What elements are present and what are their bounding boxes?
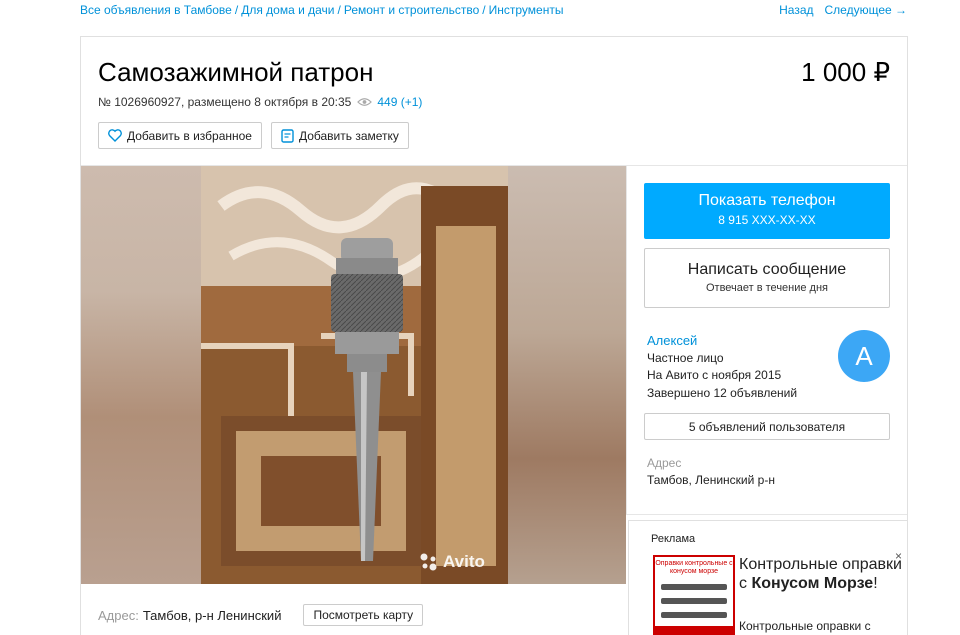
listing-number-date: № 1026960927, размещено 8 октября в 20:3… bbox=[98, 95, 352, 109]
product-photo bbox=[201, 166, 508, 584]
breadcrumb-separator: / bbox=[234, 3, 239, 17]
views-counter: 449 (+1) bbox=[357, 95, 422, 109]
avito-dots-icon bbox=[420, 553, 437, 571]
seller-type: Частное лицо bbox=[647, 350, 724, 365]
address-label: Адрес: bbox=[98, 607, 139, 623]
breadcrumb: Все объявления в Тамбове / Для дома и дачи… bbox=[80, 3, 563, 17]
show-map-button[interactable]: Посмотреть карту bbox=[303, 604, 424, 626]
ad-thumbnail-text: Оправки контрольные с конусом морзе bbox=[655, 560, 733, 575]
ad-title[interactable]: Контрольные оправки с Конусом Морзе! bbox=[739, 555, 904, 593]
ad-text: Контрольные оправки с bbox=[739, 619, 871, 633]
back-link[interactable]: Назад bbox=[779, 3, 813, 17]
ad-label: Реклама bbox=[651, 533, 696, 545]
favorite-button-label: Добавить в избранное bbox=[127, 128, 252, 143]
breadcrumb-link-tools[interactable]: Инструменты bbox=[489, 3, 564, 17]
listing-meta: № 1026960927, размещено 8 октября в 20:3… bbox=[98, 95, 422, 109]
avatar[interactable]: A bbox=[838, 330, 890, 382]
show-phone-button[interactable]: Показать телефон 8 915 XXX-XX-XX bbox=[644, 183, 890, 239]
breadcrumb-separator: / bbox=[482, 3, 486, 17]
add-note-button-label: Добавить заметку bbox=[298, 128, 399, 143]
ad-thumbnail[interactable]: Оправки контрольные с конусом морзе bbox=[653, 555, 735, 635]
next-link[interactable]: Следующее → bbox=[825, 3, 908, 17]
advertisement: Реклама × Оправки контрольные с конусом … bbox=[628, 520, 908, 635]
address-value: Тамбов, р-н Ленинский bbox=[142, 607, 282, 623]
phone-masked: 8 915 XXX-XX-XX bbox=[718, 213, 816, 227]
show-phone-label: Показать телефон bbox=[698, 192, 836, 209]
write-message-button[interactable]: Написать сообщение Отвечает в течение дн… bbox=[644, 248, 890, 308]
product-photo-drawing bbox=[201, 166, 508, 584]
response-time: Отвечает в течение дня bbox=[705, 282, 829, 294]
note-icon bbox=[281, 128, 294, 143]
photo-blur-right bbox=[508, 166, 626, 584]
seller-completed: Завершено 12 объявлений bbox=[647, 385, 798, 400]
action-buttons: Добавить в избранное Добавить заметку bbox=[98, 122, 409, 149]
eye-icon bbox=[357, 98, 373, 106]
listing-photo[interactable]: Avito bbox=[81, 166, 626, 584]
photo-blur-left bbox=[81, 166, 201, 584]
pager: Назад Следующее → bbox=[768, 3, 907, 17]
address-bar: Адрес: Тамбов, р-н Ленинский Посмотреть … bbox=[98, 604, 424, 626]
breadcrumb-separator: / bbox=[337, 3, 341, 17]
write-message-label: Написать сообщение bbox=[687, 261, 847, 278]
user-ads-button[interactable]: 5 объявлений пользователя bbox=[644, 413, 890, 440]
contact-sidebar: Показать телефон 8 915 XXX-XX-XX Написат… bbox=[626, 166, 907, 515]
seller-address-value: Тамбов, Ленинский р-н bbox=[647, 473, 775, 487]
add-note-button[interactable]: Добавить заметку bbox=[270, 122, 409, 149]
breadcrumb-link-home[interactable]: Для дома и дачи bbox=[241, 3, 334, 17]
heart-icon bbox=[108, 129, 122, 142]
seller-info: Алексей Частное лицо На Авито с ноября 2… bbox=[647, 332, 797, 402]
listing-header: Самозажимной патрон 1 000 ₽ № 1026960927… bbox=[81, 37, 907, 166]
breadcrumb-link-all[interactable]: Все объявления в Тамбове bbox=[80, 3, 232, 17]
watermark: Avito bbox=[419, 552, 485, 572]
breadcrumb-link-repair[interactable]: Ремонт и строительство bbox=[344, 3, 479, 17]
ad-title-part: ! bbox=[873, 575, 878, 592]
favorite-button[interactable]: Добавить в избранное bbox=[98, 122, 262, 149]
seller-since: На Авито с ноября 2015 bbox=[647, 368, 782, 382]
seller-name[interactable]: Алексей bbox=[647, 332, 797, 350]
watermark-text: Avito bbox=[443, 552, 485, 571]
seller-address-label: Адрес bbox=[647, 456, 682, 470]
ad-title-bold: Конусом Морзе bbox=[751, 575, 874, 592]
ad-thumbnail-drawing bbox=[655, 584, 733, 635]
views-count: 449 (+1) bbox=[377, 95, 423, 109]
page-title: Самозажимной патрон bbox=[98, 57, 374, 87]
price: 1 000 ₽ bbox=[801, 57, 890, 87]
